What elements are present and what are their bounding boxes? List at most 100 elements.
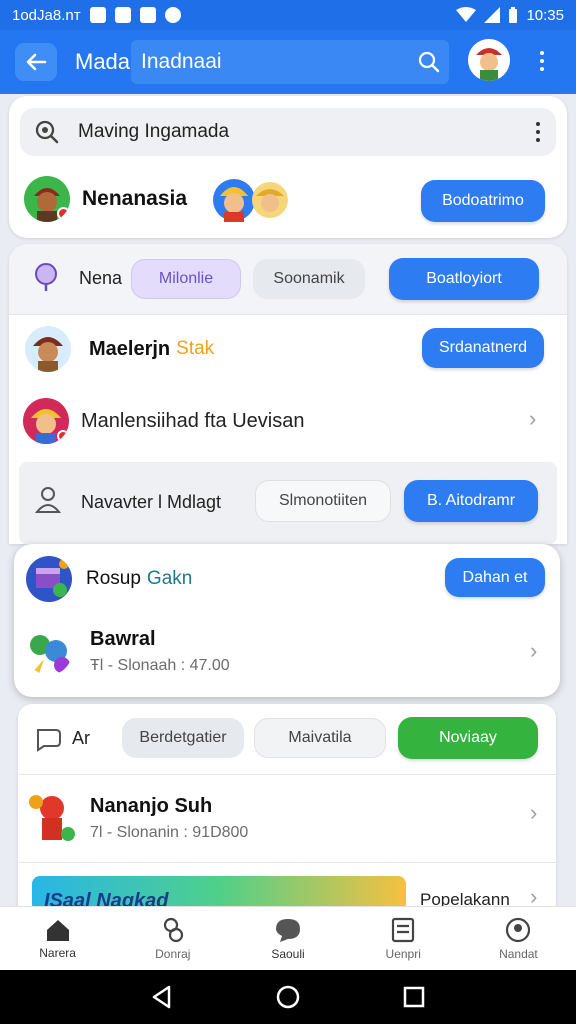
profile-card: Maving Ingamada Nenanasia Bodoatrimo bbox=[9, 96, 567, 238]
nav-chat[interactable]: Saouli bbox=[230, 907, 345, 970]
person-name: Manlensiihad fta Uevisan bbox=[81, 409, 305, 432]
search-value: Maving Ingamada bbox=[78, 121, 230, 142]
status-badge-icon bbox=[57, 207, 70, 220]
profile-name: Nenanasia bbox=[82, 187, 188, 210]
item-avatar bbox=[26, 788, 78, 848]
wifi-icon bbox=[456, 7, 477, 22]
more-options-button[interactable] bbox=[530, 46, 554, 76]
item-name: Nananjo Suh bbox=[90, 794, 213, 817]
divider bbox=[18, 774, 556, 775]
system-nav-bar bbox=[0, 970, 576, 1024]
status-badge-icon bbox=[57, 430, 69, 442]
item-name: Bawral bbox=[90, 628, 156, 650]
person-action-button[interactable]: Srdanatnerd bbox=[422, 328, 544, 368]
user-avatar[interactable] bbox=[468, 39, 510, 81]
nav-profile[interactable]: Nandat bbox=[461, 907, 576, 970]
filter-chip[interactable]: Berdetgatier bbox=[122, 718, 244, 758]
people-icon bbox=[163, 917, 183, 942]
filter-label: Navavter l Mdlagt bbox=[81, 492, 222, 512]
person-avatar bbox=[23, 398, 69, 444]
character-avatar-icon bbox=[213, 179, 288, 222]
item-subtitle: 7l - Slonanin : 91D800 bbox=[90, 823, 249, 841]
chat-bubble-icon bbox=[276, 918, 300, 942]
filter-primary-button[interactable]: Boatloyiort bbox=[389, 258, 539, 300]
filter-label: Ar bbox=[72, 728, 90, 748]
box-icon bbox=[36, 559, 69, 597]
person-icon bbox=[35, 487, 61, 513]
chevron-right-icon[interactable]: › bbox=[530, 638, 537, 664]
search-bar[interactable]: Maving Ingamada bbox=[20, 108, 556, 156]
group-avatar bbox=[26, 556, 72, 602]
app-search-field[interactable]: Inadnaai bbox=[131, 40, 449, 84]
filter-bar: Nena Milonlie Soonamik Boatloyiort bbox=[9, 244, 567, 314]
character-avatar-icon bbox=[468, 39, 510, 81]
divider bbox=[9, 314, 567, 315]
app-bar: Mada Inadnaai bbox=[0, 30, 576, 94]
search-icon[interactable] bbox=[418, 51, 440, 73]
arrow-left-icon bbox=[26, 53, 47, 71]
profile-extra-avatars bbox=[212, 176, 292, 224]
nav-document[interactable]: Uenpri bbox=[346, 907, 461, 970]
filter-success-button[interactable]: Noviaay bbox=[398, 717, 538, 759]
item-avatar bbox=[26, 629, 72, 675]
character-avatar-icon bbox=[29, 795, 75, 841]
chat-icon bbox=[37, 729, 61, 752]
home-icon bbox=[46, 919, 69, 941]
item-subtitle: Ŧl - Slonaah : 47.00 bbox=[90, 657, 230, 674]
profile-action-button[interactable]: Bodoatrimo bbox=[421, 180, 545, 222]
list-card: Ar Berdetgatier Maivatila Noviaay Nananj… bbox=[18, 704, 556, 914]
nav-label: Donraj bbox=[155, 946, 191, 961]
nav-label: Nandat bbox=[499, 946, 538, 961]
character-avatar-icon bbox=[30, 634, 70, 675]
group-action-button[interactable]: Dahan et bbox=[445, 558, 545, 597]
home-circle-icon[interactable] bbox=[276, 985, 300, 1009]
profile-circle-icon bbox=[506, 917, 531, 942]
filter-label: Nena bbox=[79, 268, 123, 288]
list-item[interactable]: Manlensiihad fta Uevisan bbox=[23, 398, 304, 444]
document-icon bbox=[392, 917, 415, 942]
person-name: Maelerjn bbox=[89, 337, 171, 360]
recents-square-icon[interactable] bbox=[403, 986, 425, 1008]
location-pin-icon bbox=[35, 263, 57, 291]
character-avatar-icon bbox=[33, 337, 63, 372]
group-card: Rosup Gakn Dahan et Bawral Ŧl - Slonaah … bbox=[14, 544, 560, 697]
list-item[interactable]: Nananjo Suh 7l - Slonanin : 91D800 bbox=[26, 788, 248, 848]
filter-bar: Navavter l Mdlagt Slmonotiiten B. Aitodr… bbox=[19, 462, 557, 544]
status-time: 10:35 bbox=[526, 6, 564, 24]
profile-avatar[interactable] bbox=[24, 176, 70, 222]
notification-icon bbox=[139, 7, 156, 23]
notification-icon bbox=[114, 7, 131, 23]
nav-label: Uenpri bbox=[385, 946, 421, 961]
nav-home[interactable]: Narera bbox=[0, 907, 115, 970]
person-avatar bbox=[25, 326, 71, 372]
signal-icon bbox=[484, 7, 501, 23]
nav-label: Saouli bbox=[271, 946, 305, 961]
chevron-right-icon[interactable]: › bbox=[529, 406, 536, 432]
list-item[interactable]: Bawral Ŧl - Slonaah : 47.00 bbox=[26, 628, 230, 675]
app-search-value: Inadnaai bbox=[141, 50, 222, 73]
search-icon bbox=[35, 120, 59, 144]
divider bbox=[18, 862, 556, 863]
group-title: Rosup bbox=[86, 568, 141, 589]
status-bar: 1odJa8.nт 10:35 bbox=[0, 0, 576, 30]
nav-label: Narera bbox=[39, 945, 76, 960]
nav-people[interactable]: Donraj bbox=[115, 907, 230, 970]
filter-chip[interactable]: Slmonotiiten bbox=[255, 480, 391, 522]
bottom-nav: Narera Donraj Saouli Uenpri Nandat bbox=[0, 906, 576, 970]
back-triangle-icon[interactable] bbox=[151, 985, 173, 1009]
list-item[interactable]: Rosup Gakn bbox=[26, 556, 192, 602]
status-left-text: 1odJa8.nт bbox=[12, 6, 81, 24]
list-item[interactable]: Maelerjn Stak bbox=[25, 326, 214, 372]
notification-icon bbox=[89, 7, 106, 23]
filter-chip[interactable]: Milonlie bbox=[131, 259, 241, 299]
filter-primary-button[interactable]: B. Aitodramr bbox=[404, 480, 538, 522]
back-button[interactable] bbox=[15, 43, 57, 81]
group-title-accent: Gakn bbox=[146, 568, 193, 589]
search-more-icon[interactable] bbox=[536, 122, 540, 142]
filter-chip[interactable]: Maivatila bbox=[254, 718, 386, 758]
people-card: Nena Milonlie Soonamik Boatloyiort Maele… bbox=[9, 244, 567, 544]
filter-chip[interactable]: Soonamik bbox=[253, 259, 365, 299]
person-tag: Stak bbox=[176, 338, 215, 359]
battery-icon bbox=[509, 7, 518, 23]
chevron-right-icon[interactable]: › bbox=[530, 800, 537, 826]
